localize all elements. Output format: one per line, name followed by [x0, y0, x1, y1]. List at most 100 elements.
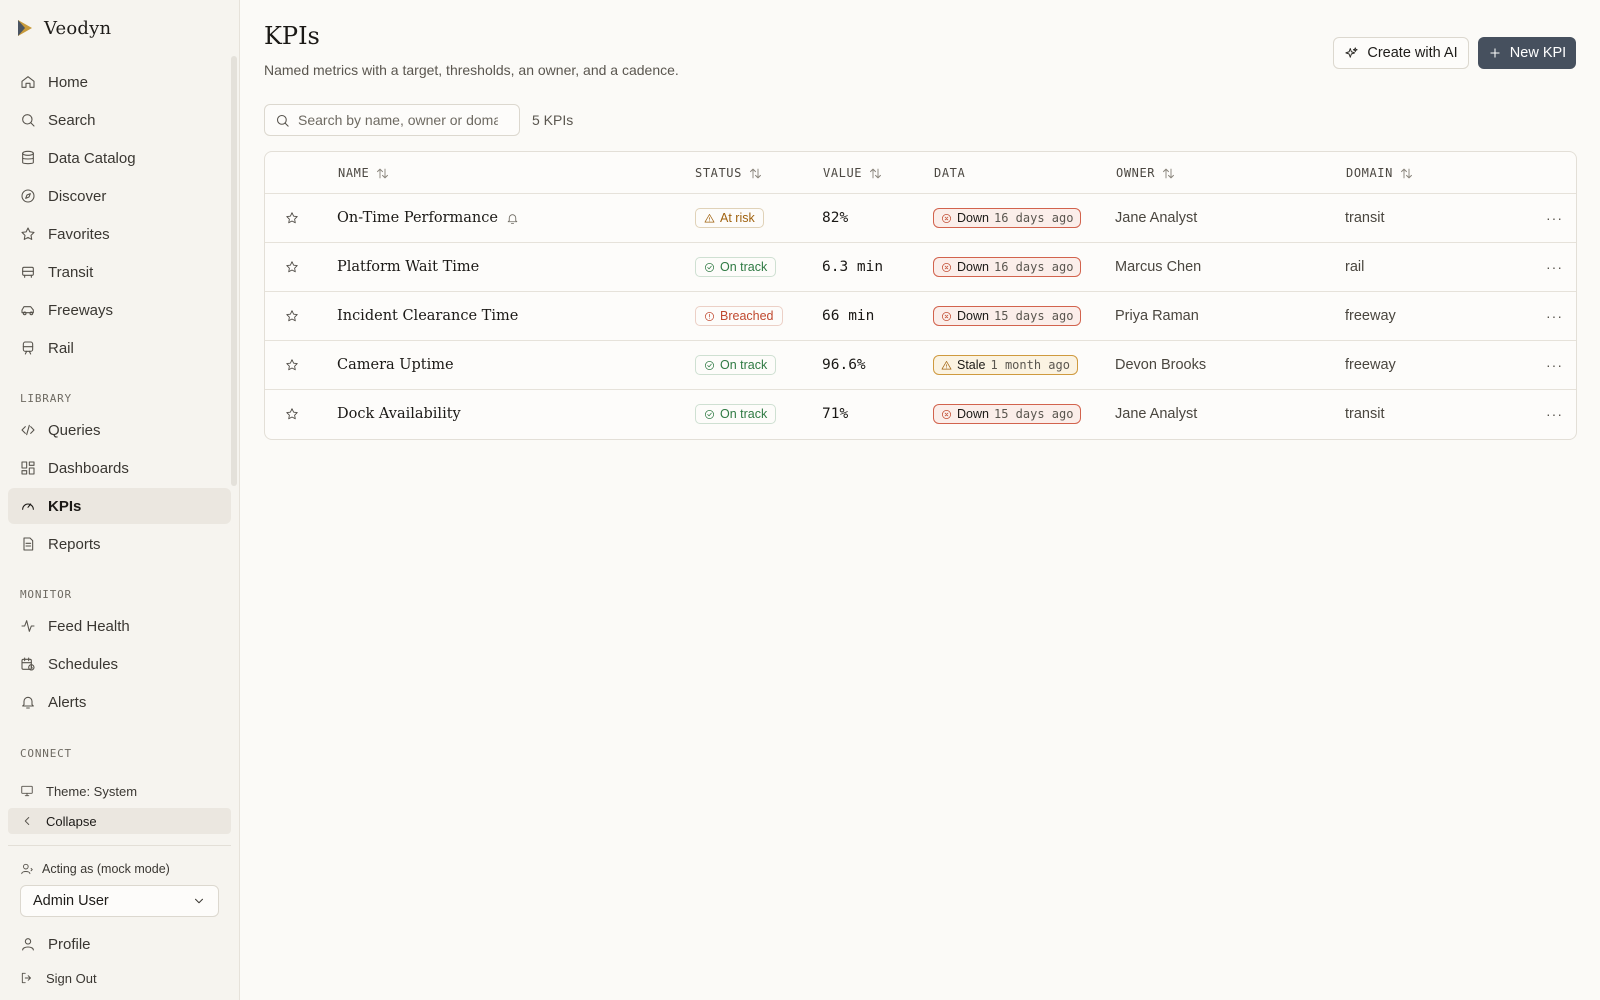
nav-item-kpis[interactable]: KPIs — [8, 488, 231, 524]
nav-item-feed-health[interactable]: Feed Health — [8, 608, 231, 644]
data-state: Stale — [957, 358, 986, 372]
more-actions-icon[interactable]: ··· — [1546, 194, 1563, 242]
sort-icon — [748, 166, 763, 181]
nav-item-data-catalog[interactable]: Data Catalog — [8, 140, 231, 176]
nav-item-transit[interactable]: Transit — [8, 254, 231, 290]
nav-item-profile[interactable]: Profile — [8, 926, 231, 962]
nav-label: Discover — [48, 187, 107, 205]
status-badge: On track — [695, 257, 777, 277]
nav-label: Dashboards — [48, 459, 129, 477]
favorite-star-icon[interactable] — [285, 341, 299, 389]
create-with-ai-button[interactable]: Create with AI — [1333, 37, 1469, 69]
table-row[interactable]: Camera Uptime On track 96.6% Stale 1 mon… — [265, 341, 1576, 390]
status-badge: At risk — [695, 208, 764, 228]
kpi-value: 66 min — [822, 308, 875, 324]
owner: Priya Raman — [1115, 308, 1199, 324]
more-actions-icon[interactable]: ··· — [1546, 390, 1563, 438]
veodyn-logo-icon — [14, 17, 36, 39]
alert-circle-icon — [704, 311, 715, 322]
kpi-name-cell[interactable]: Camera Uptime — [337, 341, 454, 389]
car-icon — [20, 302, 36, 318]
nav-item-dashboards[interactable]: Dashboards — [8, 450, 231, 486]
kpi-table: NAME STATUS VALUE DATA OWNER DOMAIN On-T… — [264, 151, 1577, 440]
sort-icon — [868, 166, 883, 181]
favorite-star-icon[interactable] — [285, 243, 299, 291]
star-icon — [20, 226, 36, 242]
nav-label: Transit — [48, 263, 94, 281]
column-header-value[interactable]: VALUE — [823, 152, 883, 194]
nav-item-rail[interactable]: Rail — [8, 330, 231, 366]
brand[interactable]: Veodyn — [14, 14, 111, 42]
favorite-star-icon[interactable] — [285, 194, 299, 242]
kpi-name-cell[interactable]: Platform Wait Time — [337, 243, 479, 291]
nav-item-home[interactable]: Home — [8, 64, 231, 100]
log-out-icon — [20, 971, 34, 985]
kpi-name: Platform Wait Time — [337, 259, 480, 275]
domain: transit — [1345, 406, 1385, 422]
nav-item-discover[interactable]: Discover — [8, 178, 231, 214]
collapse-button[interactable]: Collapse — [8, 808, 231, 834]
bell-icon — [20, 694, 36, 710]
compass-icon — [20, 188, 36, 204]
home-icon — [20, 74, 36, 90]
column-header-domain[interactable]: DOMAIN — [1346, 152, 1414, 194]
nav-label: Data Catalog — [48, 149, 136, 167]
nav-label: Profile — [48, 935, 91, 953]
database-icon — [20, 150, 36, 166]
data-age: 15 days ago — [993, 309, 1074, 323]
nav-label: Queries — [48, 421, 101, 439]
nav-item-freeways[interactable]: Freeways — [8, 292, 231, 328]
more-actions-icon[interactable]: ··· — [1546, 292, 1563, 340]
check-circle-icon — [704, 409, 715, 420]
domain: freeway — [1345, 357, 1396, 373]
new-kpi-button[interactable]: New KPI — [1478, 37, 1576, 69]
data-status-pill: Stale 1 month ago — [933, 355, 1078, 375]
table-row[interactable]: Dock Availability On track 71% Down 15 d… — [265, 390, 1576, 439]
nav-item-queries[interactable]: Queries — [8, 412, 231, 448]
status-badge: On track — [695, 404, 777, 424]
kpi-name-cell[interactable]: Incident Clearance Time — [337, 292, 518, 340]
section-label-library: LIBRARY — [20, 392, 72, 405]
nav-label: Rail — [48, 339, 74, 357]
search-icon — [275, 113, 290, 128]
status-badge: Breached — [695, 306, 783, 326]
favorite-star-icon[interactable] — [285, 390, 299, 438]
sidebar-scrollbar[interactable] — [231, 56, 237, 486]
sign-out-label: Sign Out — [46, 970, 97, 986]
nav-item-schedules[interactable]: Schedules — [8, 646, 231, 682]
nav-item-search[interactable]: Search — [8, 102, 231, 138]
sign-out-button[interactable]: Sign Out — [8, 965, 231, 991]
user-switch-icon — [20, 862, 34, 876]
data-age: 1 month ago — [990, 358, 1070, 372]
nav-item-alerts[interactable]: Alerts — [8, 684, 231, 720]
kpi-name-cell[interactable]: On-Time Performance — [337, 194, 519, 242]
column-header-name[interactable]: NAME — [338, 152, 390, 194]
train-icon — [20, 340, 36, 356]
nav-label: KPIs — [48, 497, 82, 515]
check-circle-icon — [704, 262, 715, 273]
table-row[interactable]: On-Time Performance At risk 82% Down 16 … — [265, 194, 1576, 243]
data-state: Down — [957, 407, 989, 421]
nav-label: Feed Health — [48, 617, 130, 635]
table-row[interactable]: Platform Wait Time On track 6.3 min Down… — [265, 243, 1576, 292]
search-box[interactable] — [264, 104, 520, 136]
warning-icon — [704, 213, 715, 224]
nav-item-favorites[interactable]: Favorites — [8, 216, 231, 252]
sidebar-divider — [8, 845, 231, 846]
theme-label: Theme: System — [46, 783, 138, 799]
column-header-owner[interactable]: OWNER — [1116, 152, 1176, 194]
check-circle-icon — [704, 360, 715, 371]
favorite-star-icon[interactable] — [285, 292, 299, 340]
more-actions-icon[interactable]: ··· — [1546, 243, 1563, 291]
user-icon — [20, 936, 36, 952]
table-row[interactable]: Incident Clearance Time Breached 66 min … — [265, 292, 1576, 341]
search-input[interactable] — [298, 112, 498, 128]
more-actions-icon[interactable]: ··· — [1546, 341, 1563, 389]
theme-toggle[interactable]: Theme: System — [8, 778, 231, 804]
column-header-status[interactable]: STATUS — [695, 152, 763, 194]
kpi-name-cell[interactable]: Dock Availability — [337, 390, 461, 438]
acting-user-select[interactable]: Admin User — [20, 885, 219, 917]
warning-icon — [941, 360, 952, 371]
x-circle-icon — [941, 311, 952, 322]
nav-item-reports[interactable]: Reports — [8, 526, 231, 562]
